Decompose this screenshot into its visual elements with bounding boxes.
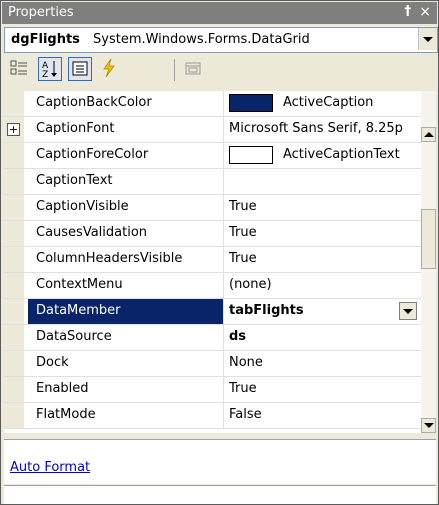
property-value-text: True [229, 251, 257, 266]
object-name: dgFlights [11, 32, 80, 47]
value-dropdown-button[interactable] [399, 302, 417, 320]
close-icon[interactable]: × [419, 4, 431, 20]
property-value-text: False [229, 407, 262, 422]
scroll-thumb[interactable] [421, 209, 436, 269]
expand-plus-icon[interactable]: + [7, 123, 20, 136]
property-row[interactable]: ColumnHeadersVisible True [4, 247, 421, 273]
row-margin [4, 221, 24, 246]
property-value-text: ActiveCaptionText [283, 147, 400, 162]
row-margin: + [4, 117, 24, 142]
description-pane [4, 485, 436, 504]
property-row[interactable]: CausesValidation True [4, 221, 421, 247]
property-row[interactable]: DataSource ds [4, 325, 421, 351]
property-value[interactable]: (none) [225, 273, 421, 298]
property-value-text: (none) [229, 277, 272, 292]
property-name[interactable]: CaptionVisible [28, 195, 224, 220]
color-swatch [229, 145, 273, 164]
property-row[interactable]: CaptionBackColor ActiveCaption [4, 91, 421, 117]
property-toolbar: A Z [4, 53, 436, 87]
property-value-text: True [229, 381, 257, 396]
property-value-text: ds [229, 329, 247, 344]
property-name[interactable]: FlatMode [28, 403, 224, 428]
property-value[interactable]: Microsoft Sans Serif, 8.25p [225, 117, 421, 142]
property-grid[interactable]: CaptionBackColor ActiveCaption + CaptionFon… [4, 91, 436, 433]
row-margin [4, 169, 24, 194]
property-name[interactable]: ColumnHeadersVisible [28, 247, 224, 272]
row-margin [4, 351, 24, 376]
toolbar-separator [174, 59, 175, 81]
title-bar: Properties † × [2, 2, 437, 24]
categorized-button[interactable] [8, 57, 32, 81]
property-row[interactable]: Enabled True [4, 377, 421, 403]
color-swatch [229, 93, 273, 112]
property-value[interactable]: ds [225, 325, 421, 350]
alphabetical-icon: A Z [42, 61, 57, 80]
categorized-icon [10, 60, 27, 75]
property-row[interactable]: + CaptionFont Microsoft Sans Serif, 8.25p [4, 117, 421, 143]
property-name[interactable]: DataSource [28, 325, 224, 350]
property-row[interactable]: Dock None [4, 351, 421, 377]
properties-button[interactable] [68, 57, 92, 81]
property-name[interactable]: CaptionFont [28, 117, 224, 142]
row-margin [4, 273, 24, 298]
property-row[interactable]: CaptionForeColor ActiveCaptionText [4, 143, 421, 169]
chevron-down-icon[interactable] [418, 28, 437, 50]
property-value[interactable]: None [225, 351, 421, 376]
property-value[interactable]: ActiveCaption [225, 91, 421, 116]
property-value[interactable]: ActiveCaptionText [225, 143, 421, 168]
property-row[interactable]: CaptionText [4, 169, 421, 195]
commands-pane: Auto Format [4, 439, 436, 484]
property-value-text: None [229, 355, 263, 370]
property-name[interactable]: DataMember [28, 299, 224, 324]
property-value[interactable] [225, 169, 421, 194]
property-value[interactable]: False [225, 403, 421, 428]
row-margin [4, 91, 24, 116]
property-value[interactable]: True [225, 221, 421, 246]
property-value[interactable]: True [225, 377, 421, 402]
property-row[interactable]: ContextMenu (none) [4, 273, 421, 299]
scroll-down-button[interactable] [421, 418, 436, 433]
alphabetical-button[interactable]: A Z [38, 57, 62, 81]
svg-text:Z: Z [42, 70, 48, 80]
row-margin [4, 143, 24, 168]
object-selector[interactable]: dgFlights System.Windows.Forms.DataGrid [4, 27, 438, 53]
row-margin [4, 403, 24, 428]
property-value-text: Microsoft Sans Serif, 8.25p [229, 121, 403, 136]
properties-window: Properties † × dgFlights System.Windows.… [0, 0, 439, 505]
events-button[interactable] [98, 57, 122, 81]
row-margin [4, 325, 24, 350]
object-type: System.Windows.Forms.DataGrid [93, 32, 310, 47]
auto-format-link[interactable]: Auto Format [10, 460, 90, 475]
property-value-text: ActiveCaption [283, 95, 374, 110]
property-pages-icon [185, 62, 201, 75]
property-name[interactable]: CaptionForeColor [28, 143, 224, 168]
row-margin [4, 195, 24, 220]
scroll-up-button[interactable] [421, 127, 436, 142]
property-name[interactable]: ContextMenu [28, 273, 224, 298]
property-value[interactable]: True [225, 195, 421, 220]
property-name[interactable]: CaptionText [28, 169, 224, 194]
property-row[interactable]: CaptionVisible True [4, 195, 421, 221]
pin-icon[interactable]: † [405, 4, 412, 19]
window-title: Properties [8, 5, 74, 20]
property-value-text: True [229, 199, 257, 214]
row-margin [4, 247, 24, 272]
row-margin [4, 299, 24, 324]
property-name[interactable]: Enabled [28, 377, 224, 402]
property-row[interactable]: DataMember tabFlights [4, 299, 421, 325]
property-value[interactable]: tabFlights [225, 299, 421, 324]
property-name[interactable]: Dock [28, 351, 224, 376]
property-value-text: tabFlights [229, 303, 304, 318]
events-icon [103, 58, 115, 78]
property-value[interactable]: True [225, 247, 421, 272]
property-value-text: True [229, 225, 257, 240]
properties-icon [72, 61, 88, 76]
property-row[interactable]: FlatMode False [4, 403, 421, 429]
vertical-scrollbar[interactable] [421, 91, 436, 433]
row-margin [4, 377, 24, 402]
property-pages-button[interactable] [182, 57, 206, 81]
property-name[interactable]: CausesValidation [28, 221, 224, 246]
property-name[interactable]: CaptionBackColor [28, 91, 224, 116]
